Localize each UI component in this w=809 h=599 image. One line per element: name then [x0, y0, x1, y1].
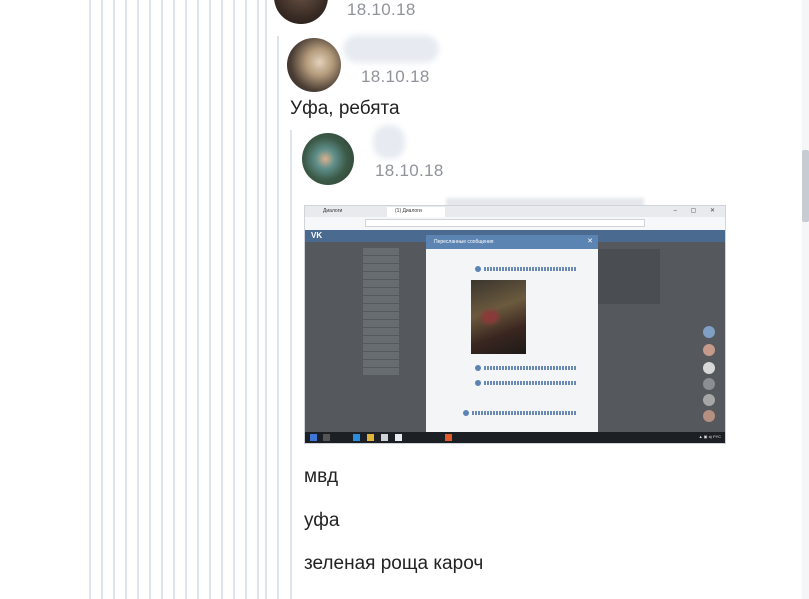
thread-line	[265, 0, 267, 599]
address-bar	[305, 217, 725, 231]
thread-line	[233, 0, 235, 599]
system-tray: ▲ ▣ ◂) РУС	[698, 434, 721, 439]
dialog-sidepanel	[598, 249, 660, 304]
thread-line	[113, 0, 115, 599]
scrollbar[interactable]	[802, 0, 809, 599]
thread-line	[277, 36, 279, 599]
voice-waveform	[484, 366, 576, 370]
app-icon	[445, 434, 452, 441]
windows-taskbar: ▲ ▣ ◂) РУС	[305, 432, 725, 443]
play-icon	[475, 266, 481, 272]
browser-tab: (1) Диалоги	[387, 207, 445, 217]
message-text: мвд	[304, 466, 339, 487]
thread-line	[125, 0, 127, 599]
avatar[interactable]	[302, 133, 354, 185]
thread-line	[209, 0, 211, 599]
thread-line	[290, 130, 292, 599]
thread-line	[185, 0, 187, 599]
windows-start-icon	[310, 434, 317, 441]
folder-icon	[367, 434, 374, 441]
contact-avatar	[703, 326, 715, 338]
thread-line	[137, 0, 139, 599]
message-text: зеленая роща кароч	[304, 553, 484, 574]
contact-avatar	[703, 394, 715, 406]
avatar[interactable]	[287, 38, 341, 92]
voice-waveform	[484, 267, 576, 271]
comment-date[interactable]: 18.10.18	[361, 67, 430, 87]
close-icon: ✕	[587, 238, 593, 245]
contact-avatar	[703, 410, 715, 422]
thread-line	[197, 0, 199, 599]
vk-left-menu	[363, 248, 413, 376]
comment-date[interactable]: 18.10.18	[347, 0, 416, 20]
edge-icon	[353, 434, 360, 441]
contact-avatar	[703, 378, 715, 390]
play-icon	[463, 410, 469, 416]
thread-line	[89, 0, 91, 599]
avatar[interactable]	[274, 0, 328, 24]
browser-tabbar: Диалоги (1) Диалоги – ▢ ✕	[305, 206, 725, 217]
play-icon	[475, 380, 481, 386]
app-icon	[395, 434, 402, 441]
message-text: уфа	[304, 510, 340, 531]
author-name-blurred[interactable]	[343, 35, 439, 63]
store-icon	[381, 434, 388, 441]
play-icon	[475, 365, 481, 371]
browser-tab: Диалоги	[323, 208, 343, 214]
voice-waveform	[484, 381, 576, 385]
voice-waveform	[472, 411, 576, 415]
contact-avatar	[703, 344, 715, 356]
thread-line	[101, 0, 103, 599]
thread-line	[173, 0, 175, 599]
url-field	[365, 219, 645, 227]
thread-line	[257, 0, 259, 599]
thread-line	[149, 0, 151, 599]
contact-avatar	[703, 362, 715, 374]
scrollbar-thumb[interactable]	[802, 150, 809, 222]
thread-line	[221, 0, 223, 599]
attached-screenshot[interactable]: Диалоги (1) Диалоги – ▢ ✕ VK Пересланные…	[304, 205, 726, 444]
thread-line	[245, 0, 247, 599]
modal-title: Пересланные сообщения	[426, 235, 598, 249]
search-icon	[323, 434, 330, 441]
thread-line	[161, 0, 163, 599]
comment-date[interactable]: 18.10.18	[375, 161, 444, 181]
window-controls-icon: – ▢ ✕	[673, 208, 721, 214]
vk-logo-icon: VK	[311, 231, 323, 240]
author-name-blurred[interactable]	[373, 125, 405, 159]
photo-thumbnail	[471, 280, 526, 354]
forwarded-messages-modal: Пересланные сообщения ✕	[426, 235, 598, 436]
comment-text: Уфа, ребята	[290, 98, 400, 119]
